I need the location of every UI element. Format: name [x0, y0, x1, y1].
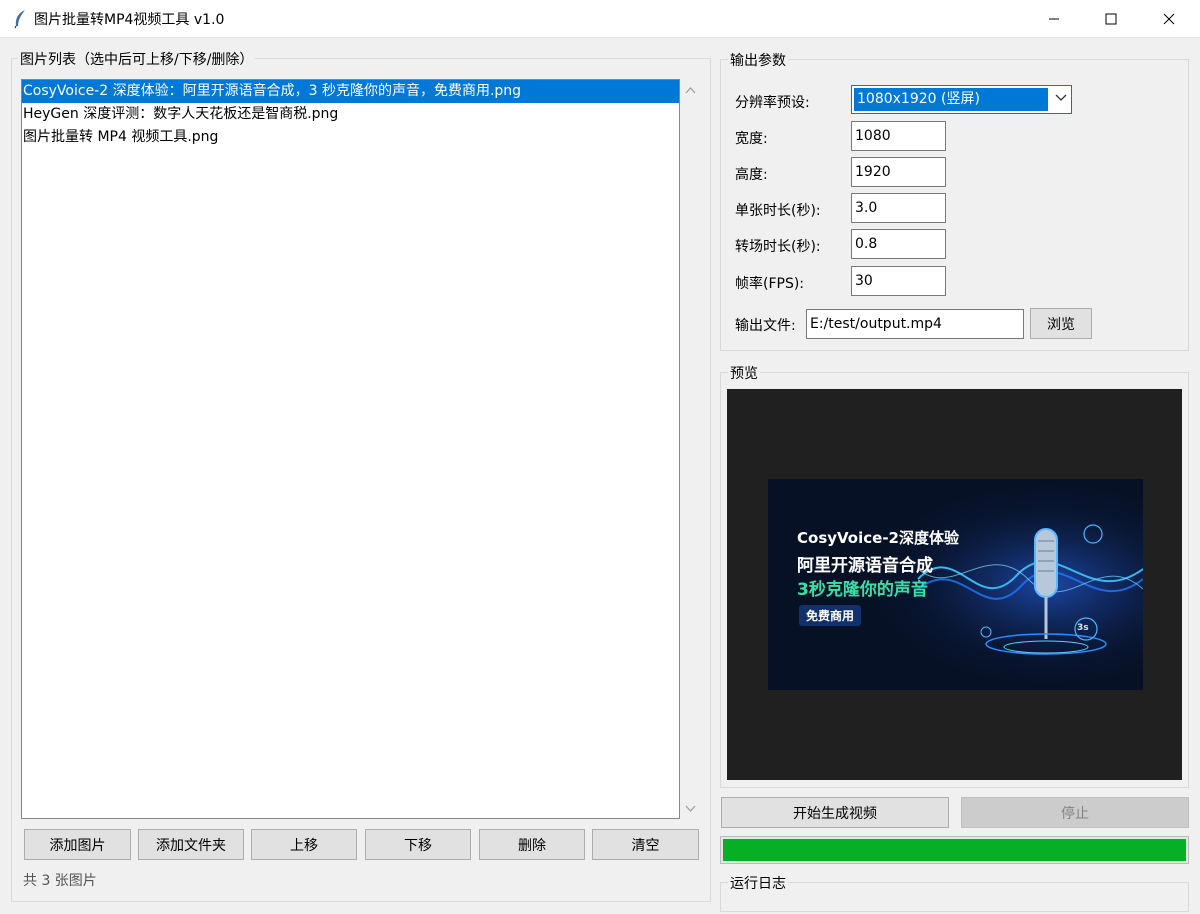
width-field[interactable]: 1080	[851, 121, 946, 151]
clear-button[interactable]: 清空	[592, 829, 699, 860]
progress-bar-fill	[723, 839, 1186, 861]
scroll-up-icon[interactable]	[685, 86, 696, 94]
list-item[interactable]: HeyGen 深度评测：数字人天花板还是智商税.png	[22, 103, 679, 126]
log-group-label: 运行日志	[728, 873, 788, 893]
image-listbox[interactable]: CosyVoice-2 深度体验：阿里开源语音合成，3 秒克隆你的声音，免费商用…	[21, 79, 680, 819]
title-bar: 图片批量转MP4视频工具 v1.0	[0, 0, 1200, 38]
move-up-button[interactable]: 上移	[251, 829, 357, 860]
list-item[interactable]: 图片批量转 MP4 视频工具.png	[22, 126, 679, 149]
delete-button[interactable]: 删除	[479, 829, 585, 860]
output-file-label: 输出文件:	[735, 318, 796, 334]
thumb-badge: 免费商用	[799, 605, 862, 626]
thumb-title-line3: 3秒克隆你的声音	[797, 580, 928, 600]
preview-group-label: 预览	[728, 363, 760, 383]
thumb-title-line1: CosyVoice-2深度体验	[797, 529, 959, 547]
height-label: 高度:	[735, 167, 768, 183]
log-group	[720, 882, 1189, 912]
fps-field[interactable]: 30	[851, 266, 946, 296]
chevron-down-icon[interactable]	[1055, 94, 1067, 102]
preview-thumbnail: CosyVoice-2深度体验 阿里开源语音合成 3秒克隆你的声音 免费商用 3…	[768, 479, 1143, 690]
fps-label: 帧率(FPS):	[735, 276, 805, 292]
browse-button[interactable]: 浏览	[1030, 308, 1092, 339]
height-field[interactable]: 1920	[851, 157, 946, 187]
add-images-button[interactable]: 添加图片	[24, 829, 131, 860]
close-icon	[1163, 13, 1175, 25]
image-count-label: 共 3 张图片	[23, 873, 97, 889]
add-folder-button[interactable]: 添加文件夹	[138, 829, 244, 860]
image-list-group-label: 图片列表（选中后可上移/下移/删除）	[18, 49, 256, 69]
start-button[interactable]: 开始生成视频	[721, 797, 949, 828]
resolution-select[interactable]: 1080x1920 (竖屏)	[851, 85, 1072, 114]
list-scrollbar[interactable]	[680, 79, 701, 819]
thumb-title-line2: 阿里开源语音合成	[797, 556, 933, 576]
resolution-select-value: 1080x1920 (竖屏)	[854, 88, 1048, 111]
duration-field[interactable]: 3.0	[851, 193, 946, 223]
minimize-icon	[1049, 18, 1059, 20]
minimize-button[interactable]	[1025, 0, 1083, 38]
transition-label: 转场时长(秒):	[735, 239, 821, 255]
width-label: 宽度:	[735, 131, 768, 147]
list-item[interactable]: CosyVoice-2 深度体验：阿里开源语音合成，3 秒克隆你的声音，免费商用…	[22, 80, 679, 103]
feather-icon	[14, 10, 25, 29]
duration-label: 单张时长(秒):	[735, 203, 821, 219]
resolution-label: 分辨率预设:	[735, 95, 810, 111]
output-params-group-label: 输出参数	[728, 50, 788, 70]
output-file-field[interactable]: E:/test/output.mp4	[806, 309, 1024, 339]
thumb-3s-label: 3s	[1077, 623, 1089, 633]
maximize-icon	[1105, 13, 1117, 25]
transition-field[interactable]: 0.8	[851, 229, 946, 259]
maximize-button[interactable]	[1082, 0, 1140, 38]
progress-bar	[720, 836, 1189, 864]
close-button[interactable]	[1140, 0, 1198, 38]
move-down-button[interactable]: 下移	[365, 829, 471, 860]
window-title: 图片批量转MP4视频工具 v1.0	[34, 12, 225, 28]
scroll-down-icon[interactable]	[685, 805, 696, 813]
stop-button[interactable]: 停止	[961, 797, 1189, 828]
